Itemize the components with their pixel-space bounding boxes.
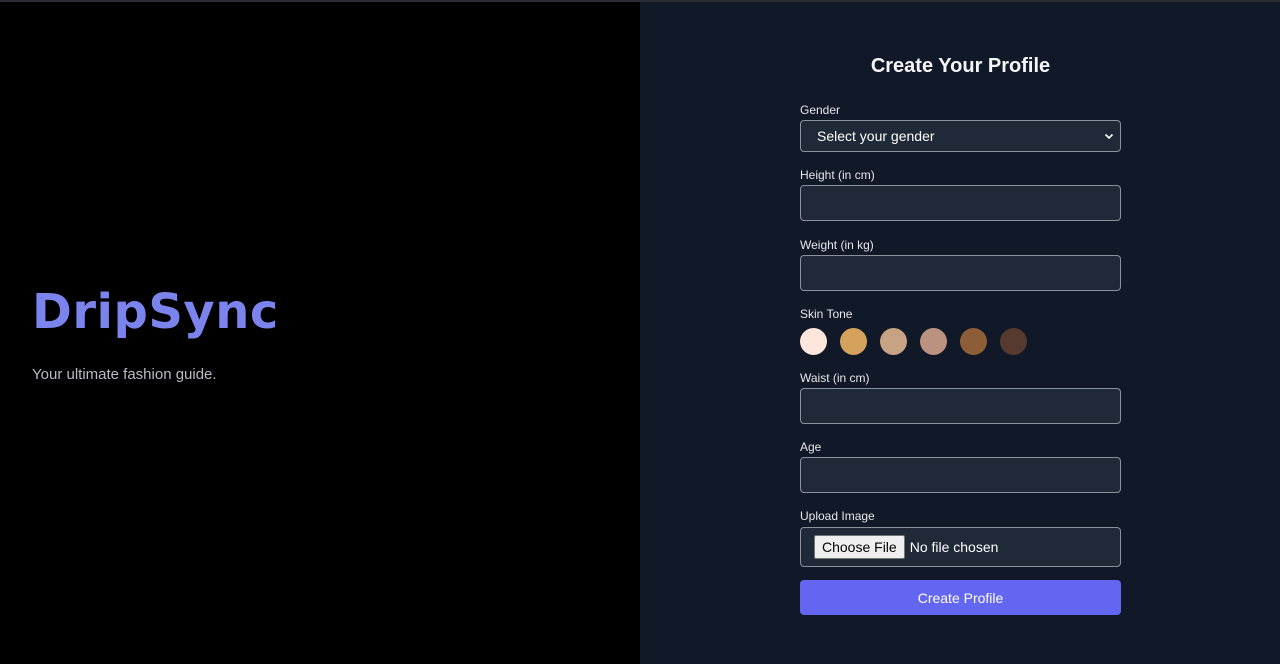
chevron-down-icon (1104, 133, 1114, 140)
skin-tone-swatch-3[interactable] (880, 328, 907, 355)
brand-panel: DripSync Your ultimate fashion guide. (0, 2, 640, 664)
height-label: Height (in cm) (800, 168, 875, 182)
skin-tone-swatch-5[interactable] (960, 328, 987, 355)
age-input[interactable] (800, 457, 1121, 493)
upload-image-label: Upload Image (800, 509, 875, 523)
brand-tagline: Your ultimate fashion guide. (32, 366, 217, 383)
gender-select[interactable]: Select your gender (800, 120, 1121, 152)
skin-tone-swatches (800, 328, 1027, 355)
skin-tone-swatch-4[interactable] (920, 328, 947, 355)
skin-tone-swatch-6[interactable] (1000, 328, 1027, 355)
choose-file-button[interactable]: Choose File (814, 535, 905, 559)
weight-label: Weight (in kg) (800, 238, 874, 252)
waist-input[interactable] (800, 388, 1121, 424)
gender-select-value: Select your gender (817, 128, 935, 144)
brand-title: DripSync (32, 284, 279, 340)
file-status-text: No file chosen (909, 539, 999, 555)
weight-input[interactable] (800, 255, 1121, 291)
age-label: Age (800, 440, 822, 454)
skin-tone-label: Skin Tone (800, 307, 853, 321)
skin-tone-swatch-2[interactable] (840, 328, 867, 355)
skin-tone-swatch-1[interactable] (800, 328, 827, 355)
height-input[interactable] (800, 185, 1121, 221)
form-title: Create Your Profile (870, 55, 1051, 77)
gender-label: Gender (800, 103, 841, 117)
create-profile-button[interactable]: Create Profile (800, 580, 1121, 615)
upload-image-field: Choose File No file chosen (800, 527, 1121, 567)
profile-form-panel: Create Your Profile Gender Select your g… (640, 2, 1280, 664)
waist-label: Waist (in cm) (800, 371, 870, 385)
